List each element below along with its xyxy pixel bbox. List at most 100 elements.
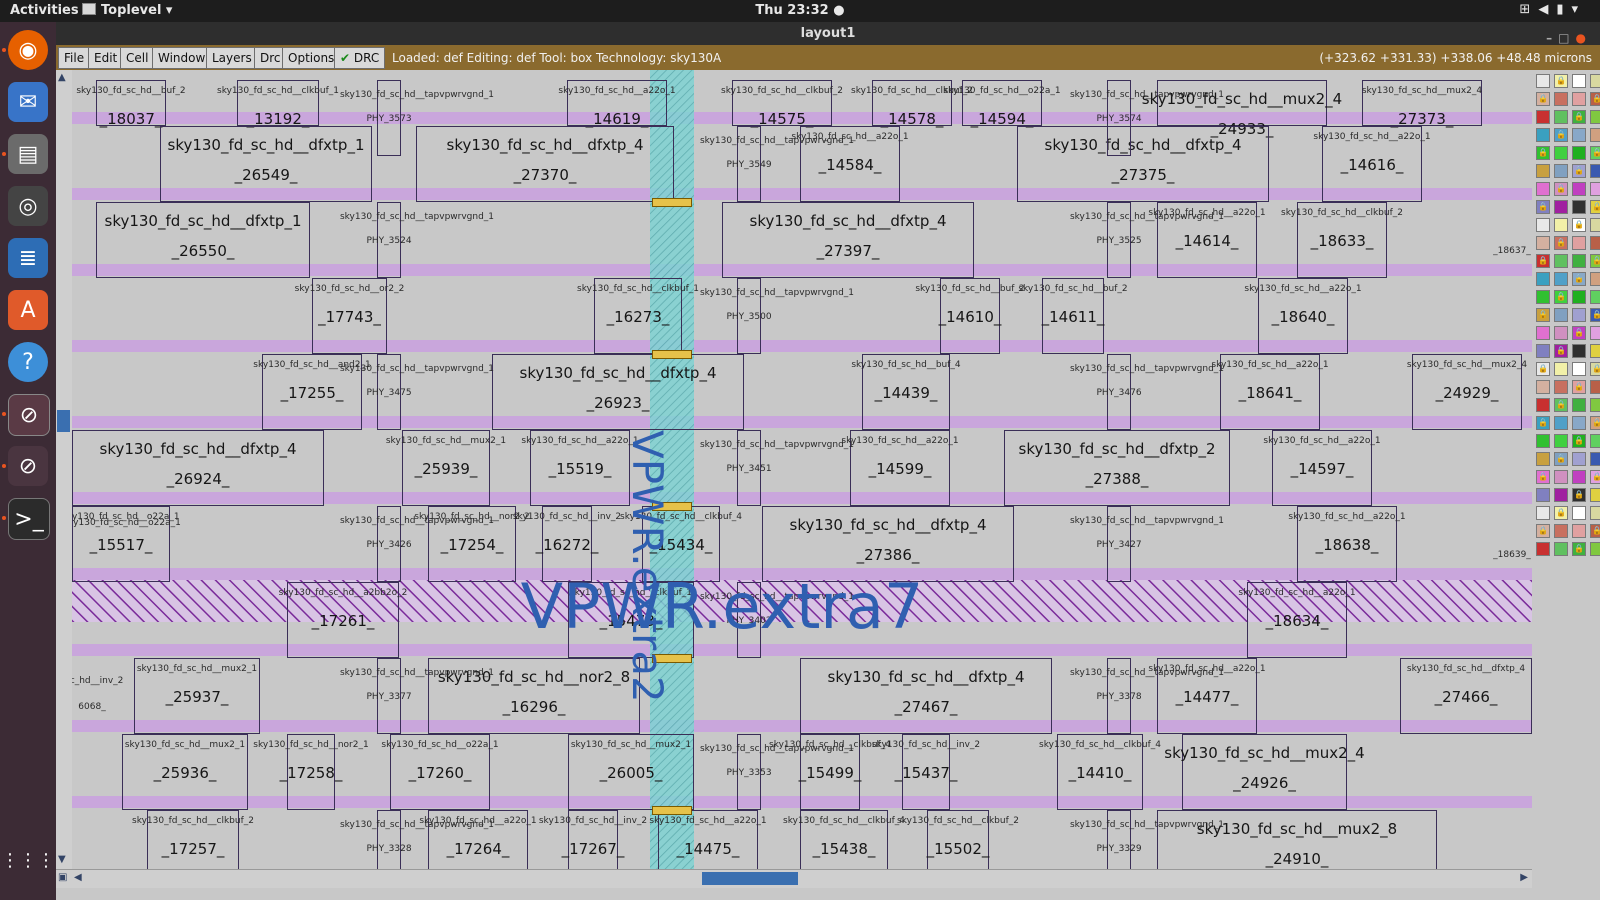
layer-swatch[interactable]: 🔒 — [1572, 542, 1586, 556]
layer-swatch[interactable]: 🔒 — [1554, 398, 1568, 412]
menu-file[interactable]: File — [58, 47, 91, 69]
layer-swatch[interactable] — [1554, 362, 1568, 376]
layer-swatch[interactable]: 🔒 — [1590, 524, 1600, 538]
layer-swatch[interactable] — [1554, 542, 1568, 556]
layer-swatch[interactable]: 🔒 — [1590, 146, 1600, 160]
layer-swatch[interactable] — [1554, 524, 1568, 538]
layer-swatch[interactable]: 🔒 — [1536, 524, 1550, 538]
scroll-right-icon[interactable]: ▶ — [1520, 872, 1528, 883]
layer-swatch[interactable] — [1554, 164, 1568, 178]
layer-swatch[interactable]: 🔒 — [1590, 200, 1600, 214]
layer-swatch[interactable] — [1572, 308, 1586, 322]
terminal-icon[interactable]: >_ — [8, 498, 50, 540]
layer-swatch[interactable] — [1590, 398, 1600, 412]
layer-swatch[interactable]: 🔒 — [1554, 128, 1568, 142]
layer-swatch[interactable] — [1536, 272, 1550, 286]
layer-swatch[interactable]: 🔒 — [1572, 326, 1586, 340]
layer-swatch[interactable] — [1590, 344, 1600, 358]
menu-layers[interactable]: Layers — [206, 47, 258, 69]
layer-swatch[interactable]: 🔒 — [1536, 362, 1550, 376]
layer-swatch[interactable] — [1590, 290, 1600, 304]
layer-swatch[interactable] — [1554, 416, 1568, 430]
layer-swatch[interactable] — [1590, 452, 1600, 466]
app-grid-icon[interactable]: ⋮⋮⋮ — [1, 840, 55, 880]
system-tray[interactable]: ⊞◀▮▾ — [1519, 2, 1586, 17]
close-icon[interactable]: ● — [1576, 31, 1592, 45]
layer-swatch[interactable] — [1572, 92, 1586, 106]
layer-swatch[interactable] — [1590, 272, 1600, 286]
vertical-scrollbar[interactable]: ▲ ▼ — [56, 70, 73, 869]
layer-swatch[interactable] — [1590, 182, 1600, 196]
layer-swatch[interactable]: 🔒 — [1554, 74, 1568, 88]
scroll-down-icon[interactable]: ▼ — [58, 854, 66, 865]
menu-cell[interactable]: Cell — [120, 47, 155, 69]
files-icon[interactable]: ▤ — [8, 134, 48, 174]
scroll-left-icon[interactable]: ◀ — [74, 872, 82, 883]
zoom-box-icon[interactable]: ▣ — [58, 872, 67, 883]
layer-swatch[interactable] — [1590, 236, 1600, 250]
layer-swatch[interactable] — [1572, 416, 1586, 430]
layer-swatch[interactable] — [1554, 110, 1568, 124]
writer-icon[interactable]: ≣ — [8, 238, 48, 278]
layer-swatch[interactable] — [1536, 290, 1550, 304]
scroll-up-icon[interactable]: ▲ — [58, 72, 66, 83]
layer-swatch[interactable] — [1536, 326, 1550, 340]
layer-swatch[interactable] — [1590, 542, 1600, 556]
layer-swatch[interactable] — [1590, 380, 1600, 394]
layer-swatch[interactable] — [1536, 236, 1550, 250]
layer-swatch[interactable] — [1536, 452, 1550, 466]
layer-swatch[interactable] — [1554, 380, 1568, 394]
menu-window[interactable]: Window — [152, 47, 212, 69]
layer-swatch[interactable] — [1536, 110, 1550, 124]
layer-swatch[interactable] — [1554, 488, 1568, 502]
layer-swatch[interactable] — [1572, 470, 1586, 484]
layer-swatch[interactable]: 🔒 — [1572, 488, 1586, 502]
layer-swatch[interactable] — [1536, 74, 1550, 88]
layer-swatch[interactable]: 🔒 — [1572, 380, 1586, 394]
thunderbird-icon[interactable]: ✉ — [8, 82, 48, 122]
layer-swatch[interactable] — [1554, 470, 1568, 484]
layer-swatch[interactable] — [1572, 290, 1586, 304]
menu-edit[interactable]: Edit — [88, 47, 124, 69]
layer-swatch[interactable] — [1590, 218, 1600, 232]
layer-swatch[interactable] — [1590, 74, 1600, 88]
layer-swatch[interactable] — [1590, 326, 1600, 340]
vertical-scroll-thumb[interactable] — [57, 410, 70, 432]
layer-swatch[interactable] — [1572, 344, 1586, 358]
layer-swatch[interactable] — [1554, 146, 1568, 160]
layer-swatch[interactable] — [1554, 92, 1568, 106]
layer-swatch[interactable]: 🔒 — [1590, 254, 1600, 268]
layer-swatch[interactable]: 🔒 — [1590, 416, 1600, 430]
layer-swatch[interactable] — [1572, 452, 1586, 466]
layer-swatch[interactable] — [1572, 146, 1586, 160]
layer-swatch[interactable] — [1572, 236, 1586, 250]
minimize-icon[interactable]: – — [1546, 31, 1558, 45]
layer-swatch[interactable] — [1590, 506, 1600, 520]
layer-swatch[interactable]: 🔒 — [1572, 110, 1586, 124]
layer-swatch[interactable] — [1554, 254, 1568, 268]
layer-swatch[interactable]: 🔒 — [1536, 200, 1550, 214]
layer-swatch[interactable] — [1536, 542, 1550, 556]
layer-swatch[interactable]: 🔒 — [1554, 182, 1568, 196]
horizontal-scrollbar[interactable]: ▣ ◀ ▶ — [56, 869, 1532, 888]
layer-swatch[interactable] — [1572, 524, 1586, 538]
layer-swatch[interactable] — [1590, 164, 1600, 178]
drc-toggle[interactable]: ✔ DRC — [334, 47, 386, 69]
maximize-icon[interactable]: □ — [1558, 31, 1575, 45]
layer-swatch[interactable] — [1536, 182, 1550, 196]
layer-swatch[interactable] — [1554, 218, 1568, 232]
layer-swatch[interactable] — [1554, 326, 1568, 340]
layer-swatch[interactable]: 🔒 — [1554, 506, 1568, 520]
layer-swatch[interactable]: 🔒 — [1572, 434, 1586, 448]
layer-swatch[interactable] — [1572, 74, 1586, 88]
menu-options[interactable]: Options — [282, 47, 341, 69]
layer-swatch[interactable] — [1536, 506, 1550, 520]
layer-swatch[interactable] — [1572, 398, 1586, 412]
layer-swatch[interactable] — [1554, 434, 1568, 448]
window-titlebar[interactable]: layout1 –□● — [56, 22, 1600, 45]
layer-swatch[interactable] — [1572, 200, 1586, 214]
clock[interactable]: Thu 23:32 ● — [0, 3, 1600, 18]
layer-swatch[interactable] — [1536, 488, 1550, 502]
layer-swatch[interactable] — [1572, 254, 1586, 268]
layer-swatch[interactable]: 🔒 — [1536, 146, 1550, 160]
